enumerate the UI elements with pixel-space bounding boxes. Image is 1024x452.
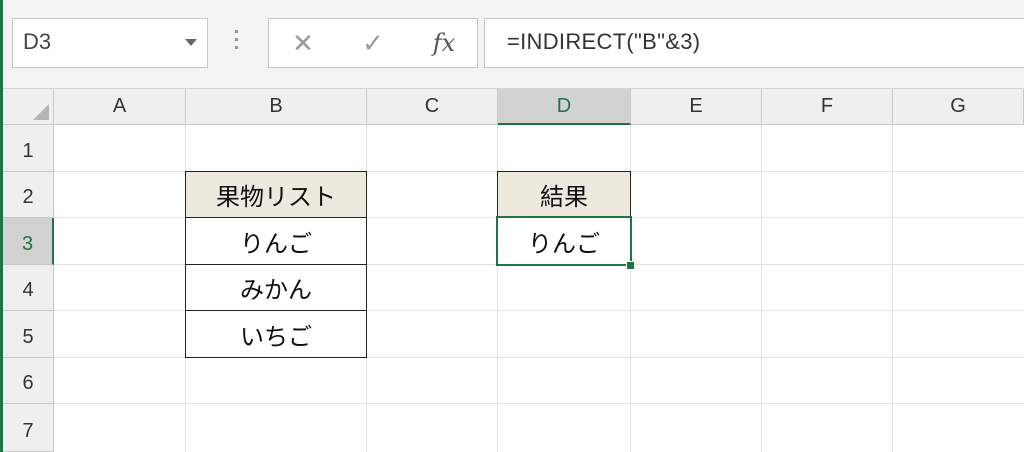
row-header-6[interactable]: 6 <box>3 358 54 404</box>
row-header-1[interactable]: 1 <box>3 125 54 172</box>
fill-handle[interactable] <box>626 261 635 270</box>
cell-d3-selected[interactable]: りんご <box>496 216 632 266</box>
worksheet-grid[interactable]: A B C D E F G 1 2 3 4 5 6 7 果物リスト りんご みか… <box>0 0 1024 452</box>
row-header-2[interactable]: 2 <box>3 172 54 218</box>
row-header-7[interactable]: 7 <box>3 404 54 452</box>
row-header-4[interactable]: 4 <box>3 265 54 311</box>
cell-b4[interactable]: みかん <box>185 264 367 311</box>
column-header-g[interactable]: G <box>893 89 1024 125</box>
cell-b5[interactable]: いちご <box>185 310 367 358</box>
cell-b3[interactable]: りんご <box>185 217 367 265</box>
column-header-d[interactable]: D <box>498 89 631 125</box>
row-header-3[interactable]: 3 <box>3 218 54 265</box>
column-header-c[interactable]: C <box>367 89 498 125</box>
column-header-b[interactable]: B <box>186 89 367 125</box>
row-header-5[interactable]: 5 <box>3 311 54 358</box>
cell-b2[interactable]: 果物リスト <box>185 171 367 218</box>
gridline <box>54 403 1024 404</box>
column-header-f[interactable]: F <box>762 89 893 125</box>
select-all-icon <box>33 104 49 120</box>
select-all-button[interactable] <box>3 89 54 125</box>
column-header-e[interactable]: E <box>631 89 762 125</box>
column-header-a[interactable]: A <box>54 89 186 125</box>
cell-d2[interactable]: 結果 <box>497 171 631 218</box>
